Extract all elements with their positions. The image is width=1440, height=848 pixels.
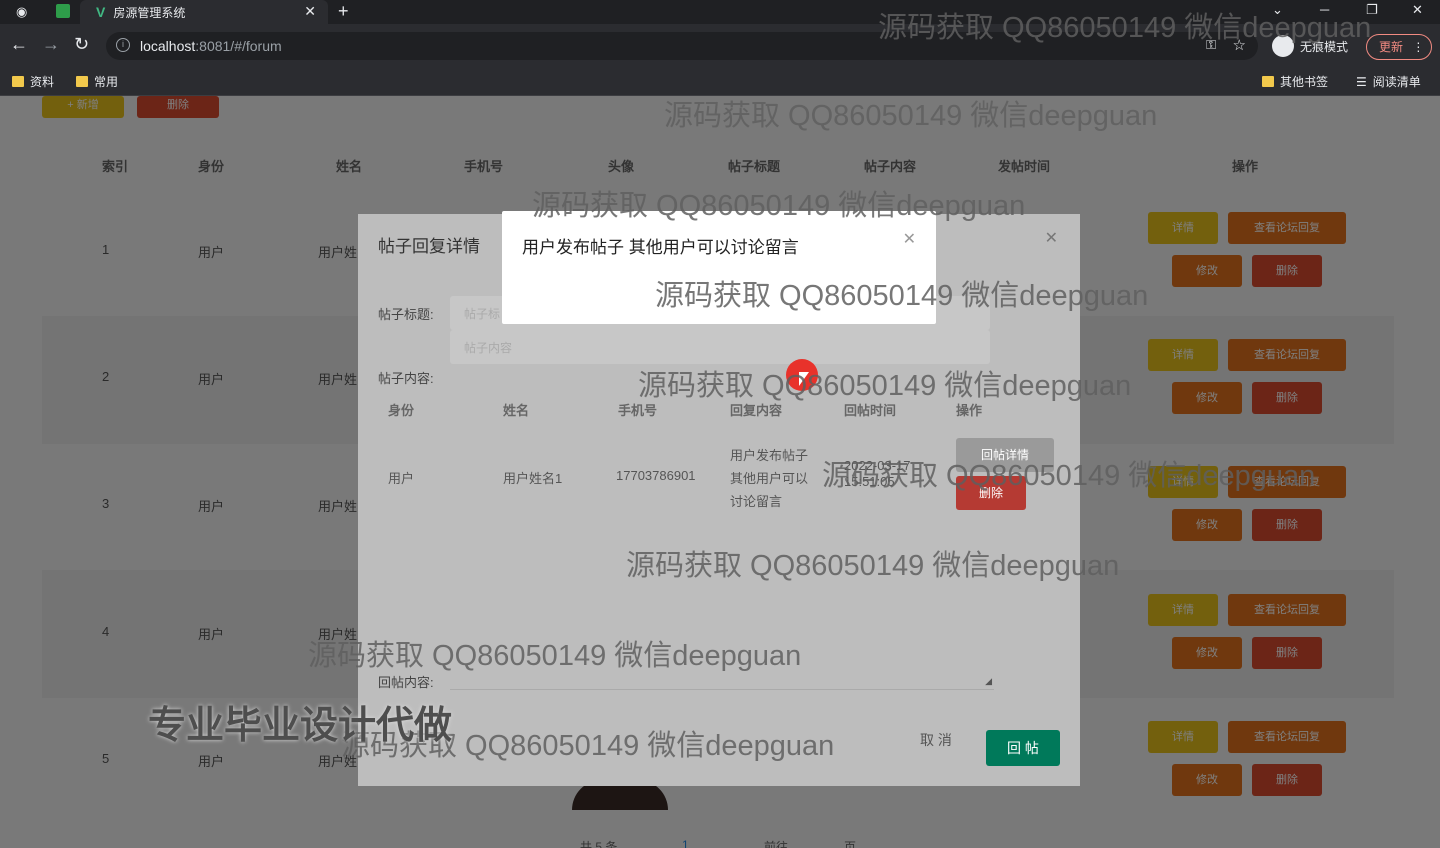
message-text: 用户发布帖子 其他用户可以讨论留言 xyxy=(522,238,799,257)
reading-list-icon: ☰ xyxy=(1356,74,1367,89)
watermark: 源码获取 QQ86050149 微信deepguan xyxy=(638,370,1132,402)
reload-icon[interactable]: ↻ xyxy=(74,34,89,55)
reply-content-line: 用户发布帖子 xyxy=(730,448,809,463)
update-button[interactable]: 更新 ⋮ xyxy=(1366,34,1432,60)
reading-list[interactable]: ☰ 阅读清单 xyxy=(1356,73,1421,90)
watermark: 源码获取 QQ86050149 微信deepguan xyxy=(626,550,1120,582)
bookmark-folder[interactable]: 常用 xyxy=(76,73,118,90)
post-content-label: 帖子内容: xyxy=(378,371,434,386)
reply-content-label: 回帖内容: xyxy=(378,675,434,690)
watermark: 源码获取 QQ86050149 微信deepguan xyxy=(878,12,1372,44)
reply-th-role: 身份 xyxy=(388,403,415,418)
dialog-close-icon[interactable]: ✕ xyxy=(1045,228,1058,248)
bookmark-other[interactable]: 其他书签 xyxy=(1262,73,1328,90)
new-tab-icon[interactable]: + xyxy=(338,1,349,22)
resize-handle-icon[interactable]: ◢ xyxy=(985,676,992,687)
reply-phone: 17703786901 xyxy=(616,468,696,483)
forward-icon[interactable]: → xyxy=(42,34,60,55)
reply-name: 用户姓名1 xyxy=(503,471,563,486)
watermark: 源码获取 QQ86050149 微信deepguan xyxy=(822,460,1316,492)
reply-content-line: 讨论留言 xyxy=(730,494,783,509)
back-icon[interactable]: ← xyxy=(10,34,28,55)
cancel-button[interactable]: 取 消 xyxy=(920,730,952,750)
vue-logo-icon: V xyxy=(96,4,106,20)
tab-close-icon[interactable]: ✕ xyxy=(304,3,316,20)
message-close-icon[interactable]: ✕ xyxy=(903,229,916,249)
app-icon[interactable] xyxy=(56,4,70,18)
url-text: localhost:8081/#/forum xyxy=(140,38,282,54)
watermark: 源码获取 QQ86050149 微信deepguan xyxy=(532,190,1026,222)
globe-icon[interactable]: ◉ xyxy=(16,4,27,20)
post-content-input[interactable]: 帖子内容 xyxy=(450,330,990,364)
folder-icon xyxy=(76,76,88,87)
reply-content-line: 其他用户可以 xyxy=(730,471,809,486)
reply-role: 用户 xyxy=(388,471,415,486)
dialog-title: 帖子回复详情 xyxy=(378,237,480,256)
tab-title: 房源管理系统 xyxy=(113,5,186,20)
folder-icon xyxy=(1262,76,1274,87)
watermark: 源码获取 QQ86050149 微信deepguan xyxy=(655,280,1149,312)
post-title-label: 帖子标题: xyxy=(378,307,434,322)
tab-active[interactable]: V 房源管理系统 ✕ xyxy=(80,0,328,24)
folder-icon xyxy=(12,76,24,87)
info-icon[interactable]: i xyxy=(116,38,130,52)
watermark: 源码获取 QQ86050149 微信deepguan xyxy=(308,640,802,672)
reply-th-name: 姓名 xyxy=(503,403,530,418)
close-window-icon[interactable]: ✕ xyxy=(1412,2,1423,18)
bookmark-folder[interactable]: 资料 xyxy=(12,73,54,90)
promo-watermark: 专业毕业设计代做 xyxy=(148,705,453,747)
submit-reply-button[interactable]: 回 帖 xyxy=(986,730,1060,766)
watermark: 源码获取 QQ86050149 微信deepguan xyxy=(664,100,1158,132)
